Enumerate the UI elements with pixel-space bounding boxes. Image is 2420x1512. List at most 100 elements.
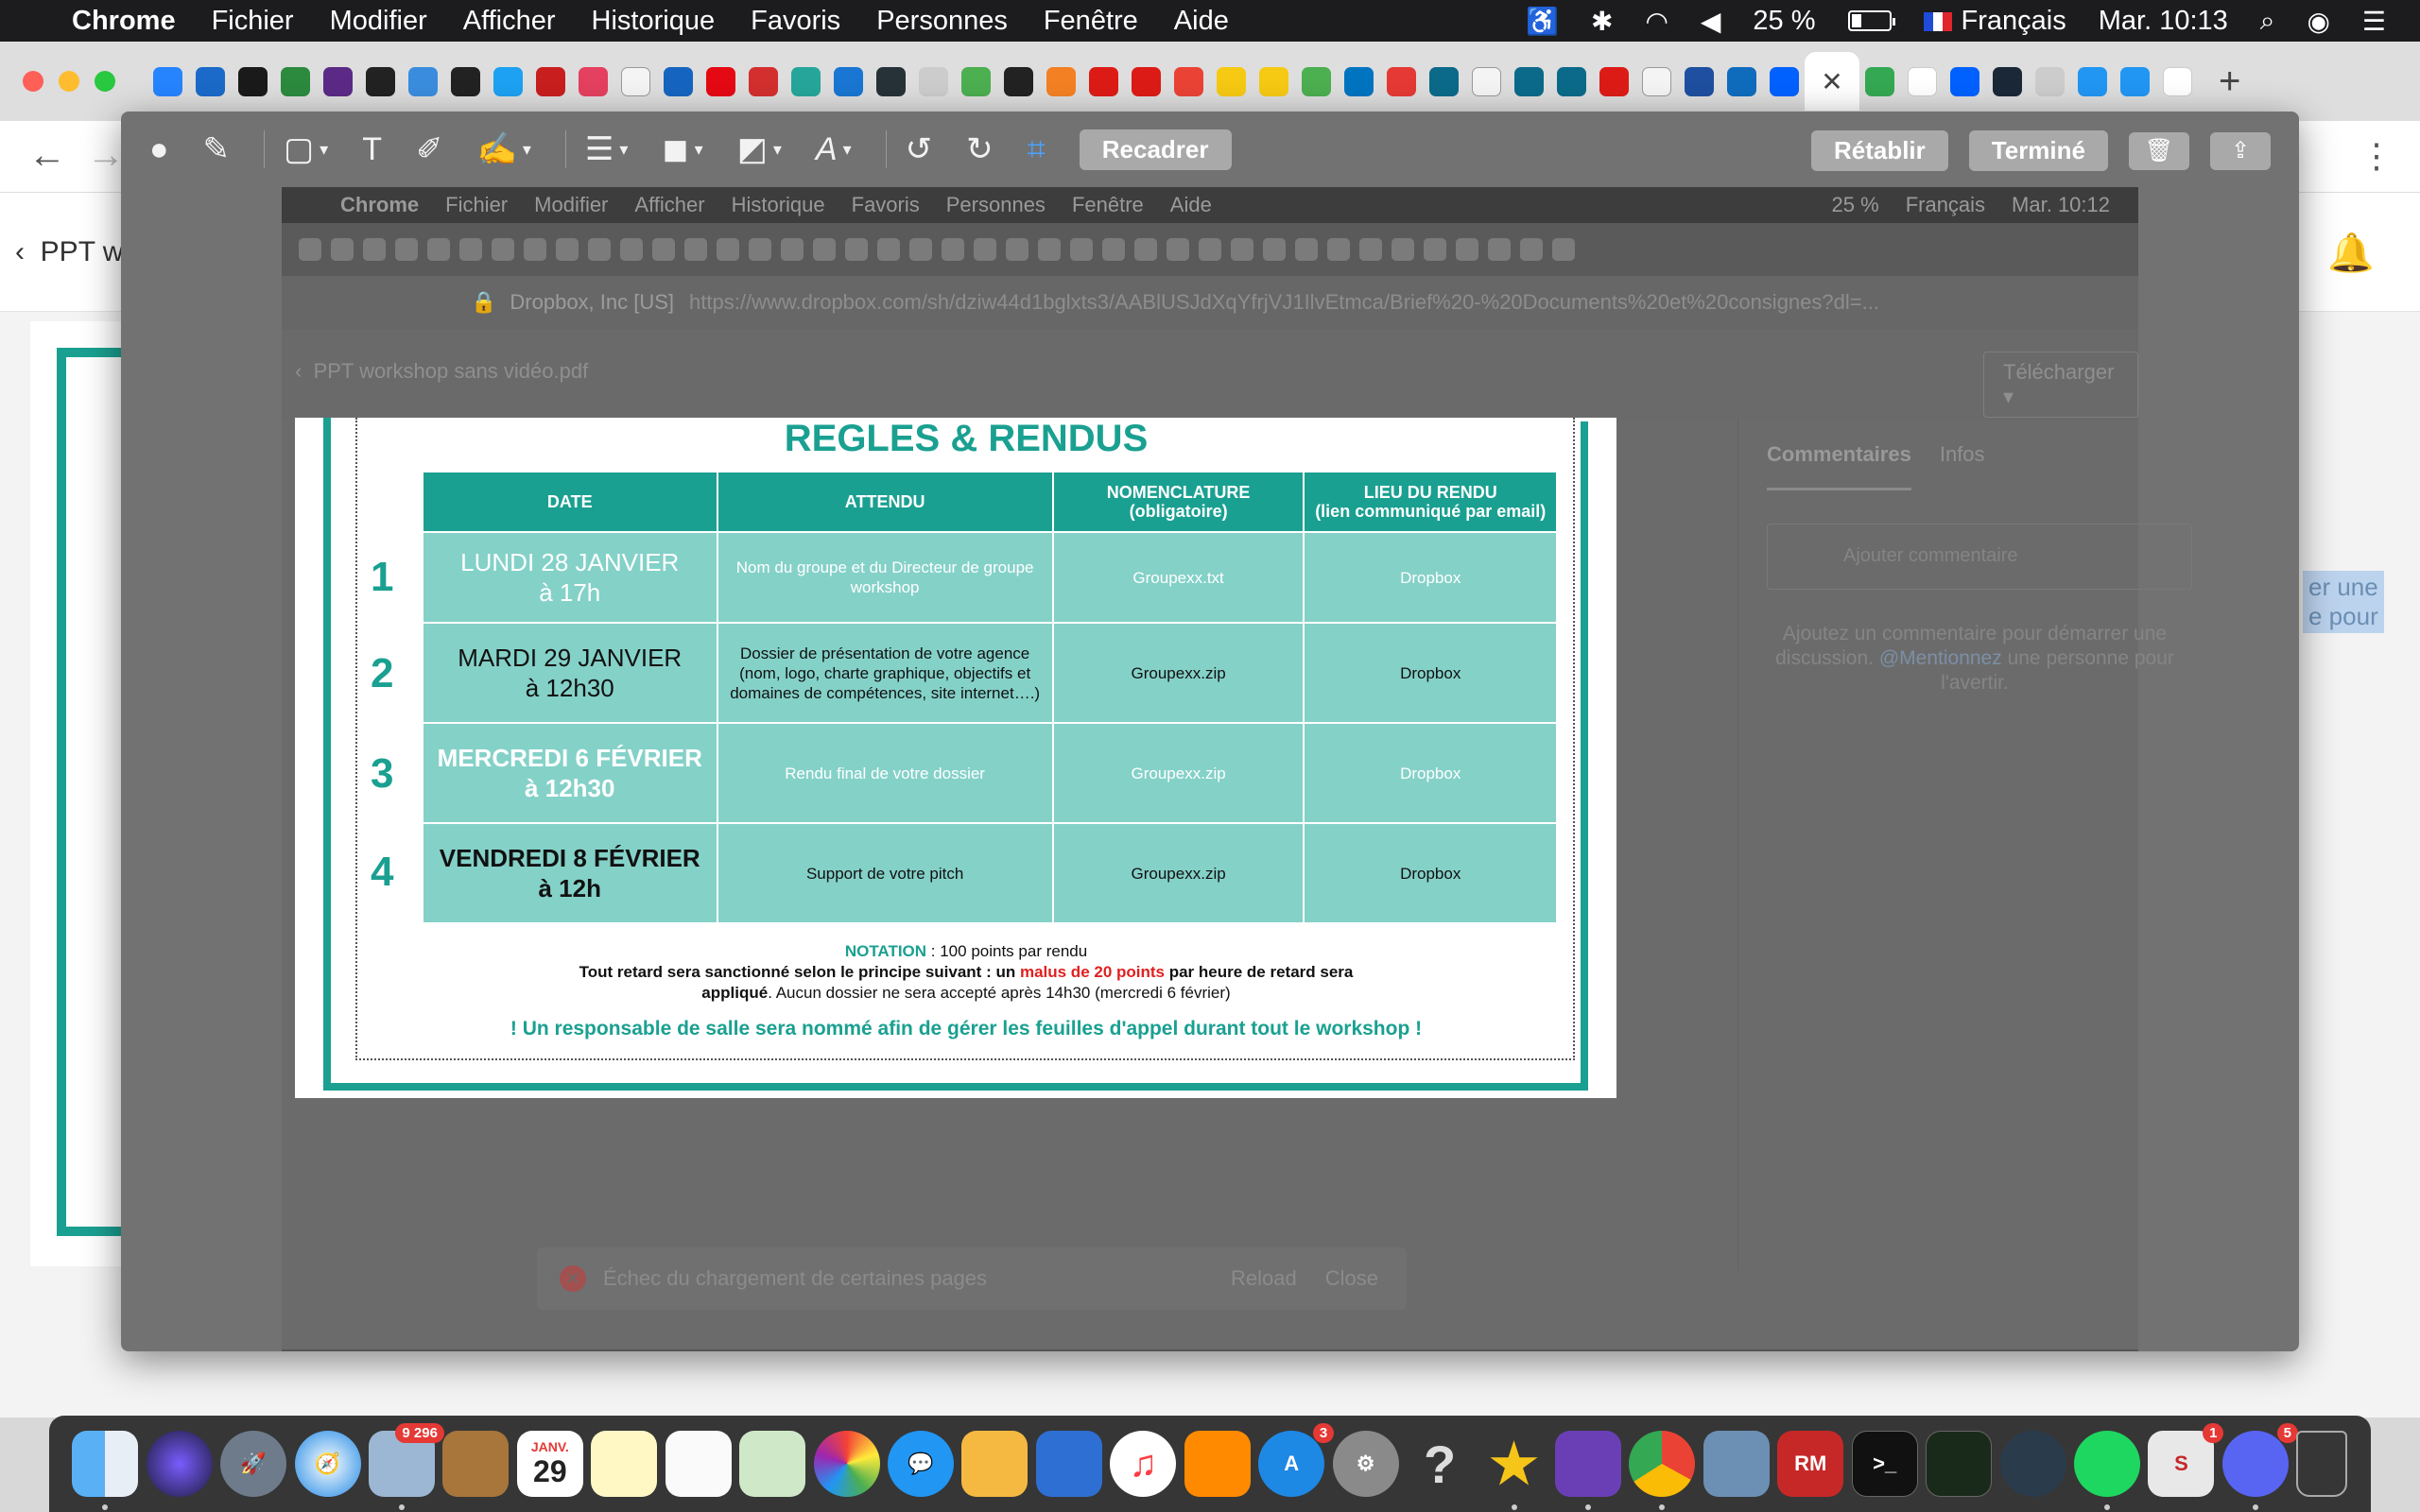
preview-icon[interactable] [961, 1431, 1028, 1497]
crop-button[interactable]: Recadrer [1079, 129, 1232, 170]
volume-icon[interactable]: ◀ [1701, 6, 1721, 37]
calendar-icon[interactable]: JANV. 29 [516, 1431, 583, 1497]
tab-favicon[interactable] [1387, 66, 1416, 96]
twitter-icon[interactable] [493, 66, 523, 96]
help-icon[interactable]: ? [1407, 1431, 1473, 1497]
tab-favicon[interactable] [2120, 66, 2150, 96]
image-capture-icon[interactable] [1703, 1431, 1770, 1497]
tab-favicon[interactable] [834, 66, 863, 96]
menu-personnes[interactable]: Personnes [876, 6, 1008, 37]
fill-color-icon[interactable]: ◩ ▾ [737, 130, 782, 168]
gmail-icon[interactable] [1174, 66, 1203, 96]
document-icon[interactable] [1472, 66, 1501, 96]
accessibility-icon[interactable]: ♿ [1526, 6, 1559, 37]
rotate-right-icon[interactable]: ↻ [966, 130, 994, 168]
close-window-button[interactable] [23, 71, 43, 92]
tab-favicon[interactable] [1514, 66, 1544, 96]
spotlight-search-icon[interactable]: ⌕ [2260, 6, 2275, 37]
stackoverflow-icon[interactable] [1046, 66, 1076, 96]
menu-app-name[interactable]: Chrome [72, 6, 176, 37]
netflix-icon[interactable] [706, 66, 735, 96]
line-style-icon[interactable]: ☰ ▾ [585, 130, 629, 168]
app-store-icon[interactable]: A3 [1258, 1423, 1335, 1497]
tab-favicon[interactable] [664, 66, 693, 96]
new-tab-button[interactable]: + [2219, 60, 2240, 103]
tab-favicon[interactable] [1557, 66, 1586, 96]
input-language[interactable]: Français [1923, 6, 2066, 37]
github-icon[interactable] [1004, 66, 1033, 96]
menu-fichier[interactable]: Fichier [212, 6, 294, 37]
reminders-icon[interactable] [665, 1431, 732, 1497]
angular-icon[interactable] [1599, 66, 1629, 96]
tab-favicon[interactable] [749, 66, 778, 96]
tab-favicon[interactable] [238, 66, 268, 96]
visual-studio-icon[interactable] [1554, 1431, 1621, 1510]
google-drive-icon[interactable] [1865, 66, 1894, 96]
keynote-icon[interactable] [1035, 1431, 1102, 1497]
selection-tool-icon[interactable]: ● [149, 131, 169, 168]
menu-afficher[interactable]: Afficher [463, 6, 556, 37]
notion-icon[interactable] [919, 66, 948, 96]
music-icon[interactable]: ♫ [1110, 1431, 1177, 1497]
discord-icon[interactable]: 5 [2221, 1423, 2298, 1510]
tab-favicon[interactable] [1217, 66, 1246, 96]
notes-icon[interactable] [591, 1431, 658, 1497]
activity-monitor-icon[interactable] [1926, 1431, 1993, 1497]
maps-icon[interactable] [739, 1431, 806, 1497]
tab-favicon[interactable] [408, 66, 438, 96]
notification-center-icon[interactable]: ☰ [2362, 6, 2386, 37]
bg-doc-title[interactable]: ‹ PPT w [15, 236, 123, 268]
tab-favicon[interactable] [876, 66, 906, 96]
signature-tool-icon[interactable]: ✍ ▾ [477, 130, 531, 168]
tab-favicon[interactable] [1685, 66, 1714, 96]
system-preferences-icon[interactable]: ⚙ [1332, 1431, 1399, 1497]
highlight-tool-icon[interactable]: ✐ [416, 130, 443, 168]
trash-icon[interactable] [2296, 1431, 2348, 1497]
tab-favicon[interactable] [961, 66, 991, 96]
rotate-left-icon[interactable]: ↺ [906, 130, 933, 168]
tab-favicon[interactable] [2078, 66, 2107, 96]
dropbox-icon[interactable] [1950, 66, 1979, 96]
chrome-menu-icon[interactable]: ⋮ [2360, 136, 2394, 176]
done-button[interactable]: Terminé [1968, 130, 2108, 171]
steam-icon[interactable] [1993, 66, 2022, 96]
launchpad-icon[interactable]: 🚀 [220, 1431, 287, 1497]
trash-icon[interactable]: 🗑 [2129, 131, 2189, 170]
angular-icon[interactable] [1089, 66, 1118, 96]
wifi-icon[interactable]: ◠ [1645, 6, 1668, 37]
tab-favicon[interactable] [281, 66, 310, 96]
siri-icon[interactable] [146, 1431, 213, 1497]
tab-favicon[interactable] [1259, 66, 1288, 96]
clock[interactable]: Mar. 10:13 [2099, 6, 2228, 37]
revert-button[interactable]: Rétablir [1810, 130, 1948, 171]
tab-favicon[interactable] [323, 66, 353, 96]
star-app-icon[interactable]: ★ [1481, 1431, 1547, 1510]
angular-icon[interactable] [1132, 66, 1161, 96]
tab-favicon[interactable] [196, 66, 225, 96]
gitkraken-icon[interactable] [1999, 1431, 2066, 1497]
siri-icon[interactable]: ◉ [2307, 6, 2329, 37]
minimize-window-button[interactable] [59, 71, 79, 92]
text-tool-icon[interactable]: T [362, 131, 382, 168]
scrivener-icon[interactable]: S1 [2148, 1423, 2224, 1497]
outlook-icon[interactable] [1727, 66, 1756, 96]
google-icon[interactable] [2163, 66, 2192, 96]
finder-icon[interactable] [72, 1431, 139, 1510]
shapes-tool-icon[interactable]: ▢ ▾ [284, 130, 328, 168]
font-style-icon[interactable]: A ▾ [816, 131, 852, 168]
battery-icon[interactable] [1847, 10, 1895, 31]
menu-historique[interactable]: Historique [592, 6, 716, 37]
contacts-icon[interactable] [442, 1431, 510, 1497]
zoom-window-button[interactable] [95, 71, 115, 92]
tab-favicon[interactable] [579, 66, 608, 96]
border-color-icon[interactable]: ◼ ▾ [662, 130, 702, 168]
menu-aide[interactable]: Aide [1174, 6, 1229, 37]
menu-fenetre[interactable]: Fenêtre [1044, 6, 1138, 37]
back-arrow-icon[interactable]: ← [28, 134, 66, 177]
spotify-icon[interactable] [2074, 1431, 2141, 1510]
photos-icon[interactable] [813, 1431, 880, 1497]
google-icon[interactable] [1908, 66, 1937, 96]
tab-favicon[interactable] [536, 66, 565, 96]
bluetooth-icon[interactable]: ✱ [1591, 6, 1613, 37]
menu-modifier[interactable]: Modifier [330, 6, 427, 37]
